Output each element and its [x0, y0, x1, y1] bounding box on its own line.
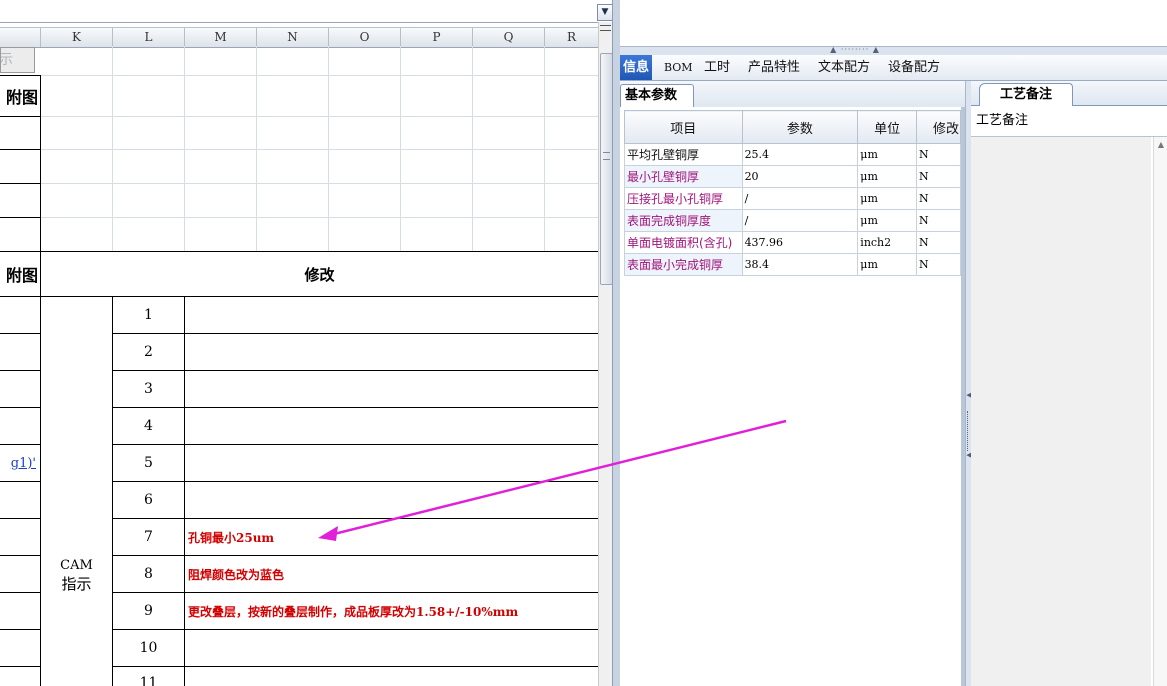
annotation-arrow-head-icon — [318, 526, 338, 541]
annotation-arrow-line — [329, 419, 787, 537]
annotation-arrow — [318, 419, 787, 541]
